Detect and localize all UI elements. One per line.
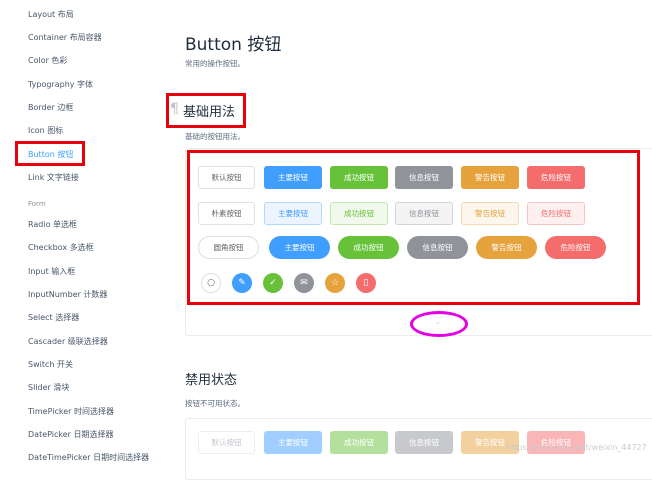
- sidebar-item-layout[interactable]: Layout 布局: [28, 10, 74, 20]
- disabled-primary-button: 主要按钮: [264, 431, 322, 454]
- round-default-button[interactable]: 圆角按钮: [198, 236, 259, 259]
- search-icon: ○: [207, 278, 215, 288]
- section-description-basic: 基础的按钮用法。: [185, 132, 245, 141]
- success-button[interactable]: 成功按钮: [330, 166, 388, 189]
- sidebar-item-select[interactable]: Select 选择器: [28, 313, 79, 323]
- circle-check-button[interactable]: ✓: [263, 273, 283, 293]
- annotation-box-section-title: [166, 93, 246, 128]
- round-danger-button[interactable]: 危险按钮: [545, 236, 606, 259]
- sidebar-item-cascader[interactable]: Cascader 级联选择器: [28, 337, 108, 347]
- plain-danger-button[interactable]: 危险按钮: [527, 202, 585, 225]
- warning-button[interactable]: 警告按钮: [461, 166, 519, 189]
- round-warning-button[interactable]: 警告按钮: [476, 236, 537, 259]
- plain-primary-button[interactable]: 主要按钮: [264, 202, 322, 225]
- section-title-disabled: 禁用状态: [185, 373, 238, 388]
- disabled-default-button: 默认按钮: [198, 431, 255, 454]
- sidebar-item-input[interactable]: Input 输入框: [28, 267, 75, 277]
- sidebar-item-icon[interactable]: Icon 图标: [28, 126, 63, 136]
- sidebar: Layout 布局 Container 布局容器 Color 色彩 Typogr…: [0, 0, 160, 478]
- watermark-text: https://blog.csdn.net/weixin_44727: [506, 443, 647, 452]
- circle-delete-button[interactable]: ▯: [356, 273, 376, 293]
- sidebar-item-datepicker[interactable]: DatePicker 日期选择器: [28, 430, 114, 440]
- edit-icon: ✎: [238, 278, 246, 288]
- disabled-success-button: 成功按钮: [330, 431, 388, 454]
- section-description-disabled: 按钮不可用状态。: [185, 399, 245, 408]
- sidebar-item-link[interactable]: Link 文字链接: [28, 173, 79, 183]
- annotation-box-active-item: [15, 141, 85, 166]
- sidebar-item-slider[interactable]: Slider 滑块: [28, 383, 69, 393]
- main-content: Button 按钮 常用的操作按钮。 ¶ 基础用法 基础的按钮用法。 默认按钮 …: [160, 0, 652, 480]
- message-icon: ✉: [300, 278, 308, 288]
- circle-message-button[interactable]: ✉: [294, 273, 314, 293]
- sidebar-group-form: Form: [28, 200, 46, 208]
- chevron-down-icon[interactable]: ⌄: [435, 318, 441, 326]
- sidebar-item-typography[interactable]: Typography 字体: [28, 80, 93, 90]
- sidebar-item-radio[interactable]: Radio 单选框: [28, 220, 77, 230]
- check-icon: ✓: [269, 278, 277, 288]
- info-button[interactable]: 信息按钮: [395, 166, 453, 189]
- sidebar-item-checkbox[interactable]: Checkbox 多选框: [28, 243, 94, 253]
- sidebar-item-color[interactable]: Color 色彩: [28, 56, 67, 66]
- sidebar-item-timepicker[interactable]: TimePicker 时间选择器: [28, 407, 114, 417]
- disabled-info-button: 信息按钮: [395, 431, 453, 454]
- star-icon: ☆: [330, 278, 340, 288]
- plain-success-button[interactable]: 成功按钮: [330, 202, 388, 225]
- sidebar-item-container[interactable]: Container 布局容器: [28, 33, 102, 43]
- danger-button[interactable]: 危险按钮: [527, 166, 585, 189]
- page-description: 常用的操作按钮。: [185, 59, 245, 68]
- primary-button[interactable]: 主要按钮: [264, 166, 322, 189]
- page-title: Button 按钮: [185, 35, 282, 55]
- plain-default-button[interactable]: 朴素按钮: [198, 202, 255, 225]
- plain-info-button[interactable]: 信息按钮: [395, 202, 453, 225]
- sidebar-item-datetimepicker[interactable]: DateTimePicker 日期时间选择器: [28, 453, 149, 463]
- sidebar-item-switch[interactable]: Switch 开关: [28, 360, 73, 370]
- sidebar-item-border[interactable]: Border 边框: [28, 103, 73, 113]
- round-info-button[interactable]: 信息按钮: [407, 236, 468, 259]
- circle-search-button[interactable]: ○: [201, 273, 221, 293]
- circle-edit-button[interactable]: ✎: [232, 273, 252, 293]
- sidebar-item-inputnumber[interactable]: InputNumber 计数器: [28, 290, 107, 300]
- circle-star-button[interactable]: ☆: [325, 273, 345, 293]
- plain-warning-button[interactable]: 警告按钮: [461, 202, 519, 225]
- default-button[interactable]: 默认按钮: [198, 166, 255, 189]
- round-success-button[interactable]: 成功按钮: [338, 236, 399, 259]
- round-primary-button[interactable]: 主要按钮: [269, 236, 330, 259]
- delete-icon: ▯: [363, 278, 369, 288]
